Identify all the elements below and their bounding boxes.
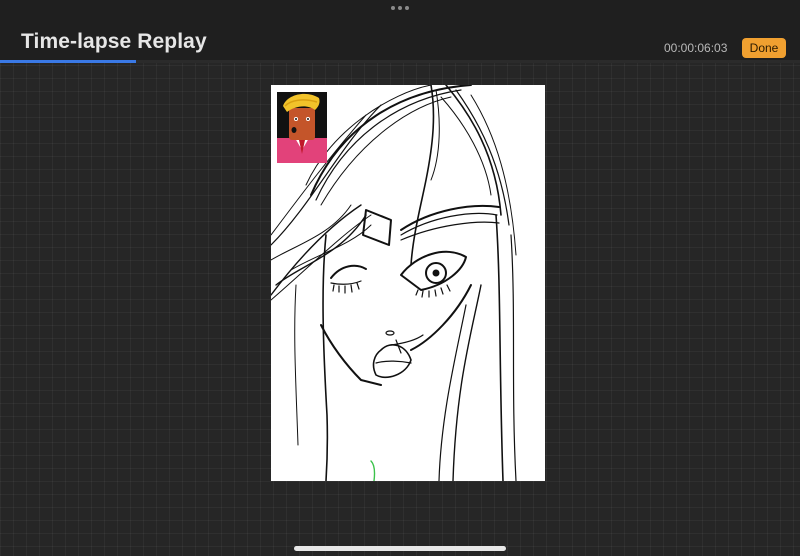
- top-bar: Time-lapse Replay 00:00:06:03 Done: [0, 0, 800, 62]
- more-dots-icon[interactable]: [391, 5, 409, 11]
- reference-portrait-image: [277, 92, 327, 163]
- home-indicator[interactable]: [294, 546, 506, 551]
- done-button[interactable]: Done: [742, 38, 786, 58]
- timer-readout: 00:00:06:03: [664, 41, 728, 55]
- page-title: Time-lapse Replay: [21, 30, 207, 53]
- playback-progress-fill: [0, 60, 136, 63]
- playback-progress-bar[interactable]: [0, 60, 800, 63]
- reference-thumbnail[interactable]: [277, 92, 327, 163]
